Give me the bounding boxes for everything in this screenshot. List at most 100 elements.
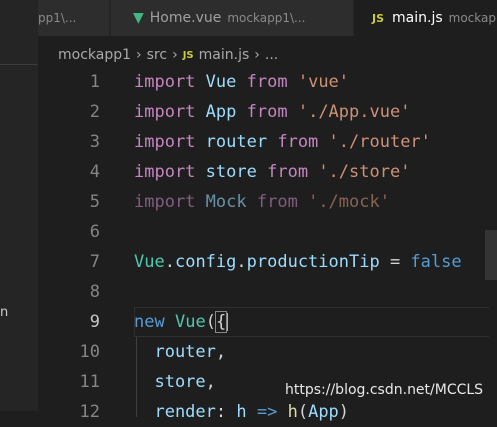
code-token: import — [134, 72, 196, 92]
code-text: import Vue from 'vue' — [134, 72, 349, 92]
breadcrumb-folder-src[interactable]: src — [147, 47, 167, 63]
code-token: . — [236, 252, 247, 272]
code-token: Vue — [134, 252, 165, 272]
code-token: ) — [338, 402, 350, 422]
code-token: h — [287, 402, 298, 422]
code-token: false — [410, 252, 462, 272]
code-text: new Vue({ — [134, 311, 229, 333]
tab-mockapp1-file[interactable]: pp1\... — [38, 0, 110, 36]
code-token: , — [215, 342, 227, 362]
code-token: store — [205, 162, 257, 182]
code-token: : — [215, 402, 237, 422]
line-number: 7 — [89, 252, 100, 272]
line-number: 11 — [79, 372, 100, 392]
code-token: ( — [205, 312, 216, 332]
vue-icon: ▼ — [133, 10, 144, 26]
code-token: from — [246, 72, 288, 92]
code-token: . — [164, 252, 175, 272]
sidebar-divider — [0, 64, 38, 65]
sidebar-text-fragment: n — [0, 305, 9, 320]
code-text: import router from './router' — [134, 132, 431, 152]
line-number: 2 — [89, 102, 100, 122]
code-token: config — [174, 252, 237, 272]
js-icon: JS — [372, 11, 385, 25]
code-text: store, — [134, 372, 216, 392]
explorer-sidebar: n — [0, 0, 38, 411]
line-number: 4 — [89, 162, 100, 182]
code-token: import — [134, 192, 196, 212]
code-token: { — [214, 311, 228, 333]
code-token: h — [236, 402, 247, 422]
line-number: 8 — [89, 282, 100, 302]
code-token: App — [205, 102, 237, 122]
tab-description: pp1\... — [38, 11, 77, 25]
code-token: from — [246, 102, 288, 122]
code-token: render — [134, 402, 216, 422]
code-token: App — [308, 402, 339, 422]
tab-description: mockap — [448, 11, 496, 25]
code-text: import Mock from './mock' — [134, 192, 390, 212]
tab-description: mockapp1\... — [227, 11, 306, 25]
code-token: Vue — [205, 72, 237, 92]
line-number: 5 — [89, 192, 100, 212]
code-text: import store from './store' — [134, 162, 410, 182]
code-token: Mock — [205, 192, 247, 212]
code-token: './mock' — [308, 192, 390, 212]
breadcrumb-folder-mockapp1[interactable]: mockapp1 — [58, 47, 131, 63]
line-number: 9 — [89, 312, 100, 332]
code-token: Vue — [174, 312, 206, 332]
tab-label: Home.vue — [149, 10, 222, 26]
code-token: import — [134, 132, 196, 152]
code-token: 'vue' — [297, 72, 350, 92]
line-number: 12 — [79, 402, 100, 422]
breadcrumb-file[interactable]: main.js — [199, 47, 250, 63]
code-token: => — [246, 402, 288, 422]
breadcrumb: mockapp1 › src › JS main.js › ... — [58, 44, 278, 66]
chevron-right-icon: › — [254, 47, 260, 63]
tab-main-js[interactable]: JS main.js mockap — [354, 0, 497, 36]
breadcrumb-more[interactable]: ... — [265, 47, 278, 63]
code-token: productionTip — [246, 252, 380, 272]
code-token: './store' — [318, 162, 411, 182]
code-token: store — [134, 372, 206, 392]
code-text: render: h => h(App) — [134, 402, 349, 422]
code-token: './router' — [328, 132, 431, 152]
code-token: router — [134, 342, 216, 362]
editor-tab-bar: pp1\... ▼ Home.vue mockapp1\... JS main.… — [38, 0, 497, 36]
watermark: https://blog.csdn.net/MCCLS — [285, 382, 484, 398]
code-text: router, — [134, 342, 226, 362]
tab-label: main.js — [392, 10, 443, 26]
code-token: './App.vue' — [297, 102, 411, 122]
code-token: new — [134, 312, 165, 332]
code-token: , — [205, 372, 216, 392]
line-number: 6 — [89, 222, 100, 242]
code-token: from — [267, 162, 309, 182]
code-token: ( — [297, 402, 309, 422]
code-token: from — [277, 132, 319, 152]
scrollbar-thumb[interactable] — [485, 230, 497, 280]
code-token: import — [134, 102, 196, 122]
chevron-right-icon: › — [136, 47, 142, 63]
chevron-right-icon: › — [172, 47, 178, 63]
text-cursor — [226, 313, 229, 331]
js-icon: JS — [182, 49, 194, 61]
line-number: 3 — [89, 132, 100, 152]
code-token: router — [205, 132, 268, 152]
code-text: import App from './App.vue' — [134, 102, 410, 122]
tab-home-vue[interactable]: ▼ Home.vue mockapp1\... — [111, 0, 353, 36]
